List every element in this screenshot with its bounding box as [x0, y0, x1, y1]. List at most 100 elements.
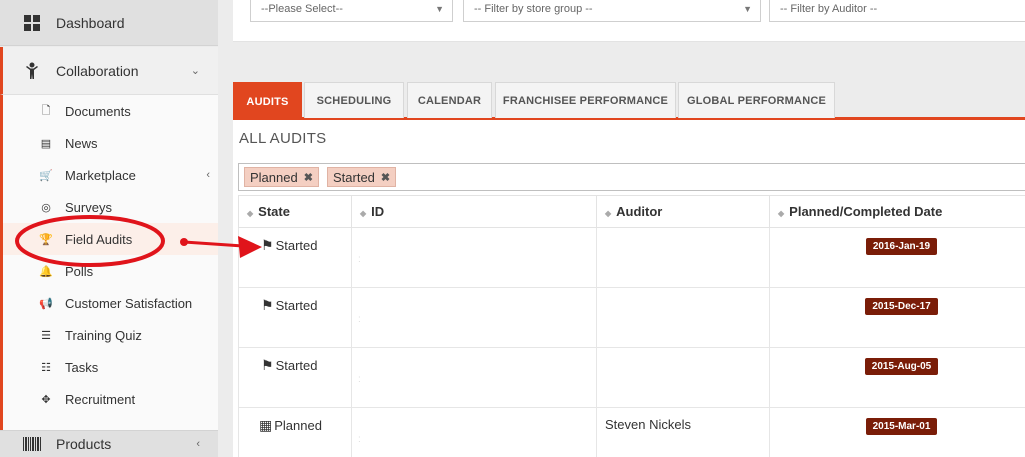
column-header-date[interactable]: ◆ Planned/Completed Date	[769, 195, 1025, 228]
table-row[interactable]: ▦ Planned : Steven Nickels 2015-Mar-01	[238, 407, 1025, 457]
date-cell: 2015-Aug-05	[769, 347, 1025, 408]
crosshair-icon: ✥	[41, 393, 51, 406]
sidebar-item-collaboration[interactable]: Collaboration ⌄	[0, 47, 218, 95]
sidebar: Dashboard Collaboration ⌄ 🗋 Documents ▤ Ne…	[0, 0, 218, 457]
sidebar-item-label: Products	[56, 436, 112, 452]
auditor-cell	[596, 287, 770, 348]
tab-calendar[interactable]: CALENDAR	[407, 82, 492, 118]
sidebar-item-news[interactable]: ▤ News	[3, 127, 218, 159]
sidebar-item-label: News	[65, 135, 98, 151]
blurred-id: :	[358, 254, 361, 265]
calendar-icon: ▦	[259, 417, 273, 433]
id-cell: :	[351, 227, 597, 288]
sidebar-item-label: Training Quiz	[65, 327, 142, 343]
sidebar-item-products[interactable]: Products ‹	[0, 430, 218, 457]
state-label: Started	[275, 298, 318, 313]
table-row[interactable]: ⚑ Started : 2015-Aug-05	[238, 347, 1025, 408]
caret-down-icon: ▼	[743, 4, 752, 14]
tab-bar: AUDITS SCHEDULING CALENDAR FRANCHISEE PE…	[233, 82, 1025, 120]
sort-icon: ◆	[247, 209, 254, 218]
remove-tag-icon[interactable]: ✖	[304, 171, 313, 184]
flag-icon: ⚑	[261, 237, 274, 253]
sidebar-submenu: 🗋 Documents ▤ News 🛒 Marketplace ‹ ◎ Surveys …	[0, 95, 218, 430]
state-label: Started	[275, 238, 318, 253]
state-label: Planned	[274, 418, 322, 433]
cart-icon: 🛒	[39, 169, 53, 182]
filter-select-please-select[interactable]: --Please Select-- ▼	[250, 0, 453, 22]
person-icon	[22, 62, 42, 80]
filter-bar: --Please Select-- ▼ -- Filter by store g…	[233, 0, 1025, 42]
date-badge: 2015-Dec-17	[865, 298, 938, 315]
sidebar-item-surveys[interactable]: ◎ Surveys	[3, 191, 218, 223]
date-cell: 2016-Jan-19	[769, 227, 1025, 288]
date-badge: 2015-Aug-05	[864, 358, 939, 375]
trophy-icon: 🏆	[39, 233, 53, 246]
flag-icon: ⚑	[261, 357, 274, 373]
sidebar-item-label: Documents	[65, 103, 131, 119]
sidebar-item-label: Collaboration	[56, 62, 139, 79]
select-placeholder: -- Filter by store group --	[474, 3, 593, 15]
tab-audits[interactable]: AUDITS	[233, 82, 302, 120]
sidebar-item-tasks[interactable]: ☷ Tasks	[3, 351, 218, 383]
sidebar-item-label: Recruitment	[65, 391, 136, 407]
megaphone-icon: 📢	[39, 297, 53, 310]
filter-tag-planned: Planned ✖	[244, 167, 319, 187]
state-cell: ⚑ Started	[238, 287, 352, 348]
sidebar-item-documents[interactable]: 🗋 Documents	[3, 95, 218, 127]
blurred-id: :	[358, 374, 361, 385]
sidebar-item-customer-satisfaction[interactable]: 📢 Customer Satisfaction	[3, 287, 218, 319]
chevron-left-icon: ‹	[196, 438, 200, 450]
filter-select-auditor[interactable]: -- Filter by Auditor --	[769, 0, 1025, 22]
date-cell: 2015-Dec-17	[769, 287, 1025, 348]
audits-table: ◆ State ◆ ID ◆ Auditor ◆ Planned/Completed D…	[238, 195, 1025, 457]
sidebar-item-training-quiz[interactable]: ☰ Training Quiz	[3, 319, 218, 351]
sidebar-item-marketplace[interactable]: 🛒 Marketplace ‹	[3, 159, 218, 191]
section-title: ALL AUDITS	[239, 130, 327, 147]
select-placeholder: -- Filter by Auditor --	[780, 3, 878, 15]
sidebar-item-polls[interactable]: 🔔 Polls	[3, 255, 218, 287]
column-label: State	[258, 204, 290, 219]
sidebar-item-dashboard[interactable]: Dashboard	[0, 0, 218, 46]
column-label: Planned/Completed Date	[789, 204, 943, 219]
tab-global-performance[interactable]: GLOBAL PERFORMANCE	[678, 82, 835, 118]
column-header-state[interactable]: ◆ State	[238, 195, 352, 228]
state-label: Started	[275, 358, 318, 373]
tab-scheduling[interactable]: SCHEDULING	[304, 82, 404, 118]
sidebar-item-field-audits[interactable]: 🏆 Field Audits	[3, 223, 218, 255]
bell-icon: 🔔	[39, 265, 53, 278]
filter-tag-started: Started ✖	[327, 167, 397, 187]
column-label: Auditor	[616, 204, 663, 219]
sort-icon: ◆	[605, 209, 612, 218]
filter-select-store-group[interactable]: -- Filter by store group -- ▼	[463, 0, 761, 22]
sidebar-item-label: Surveys	[65, 199, 112, 215]
main-content: --Please Select-- ▼ -- Filter by store g…	[218, 0, 1025, 457]
list-icon: ☰	[41, 329, 51, 342]
newspaper-icon: ▤	[40, 137, 52, 150]
dashboard-icon	[22, 14, 42, 31]
flag-icon: ⚑	[261, 297, 274, 313]
sidebar-item-recruitment[interactable]: ✥ Recruitment	[3, 383, 218, 415]
column-header-auditor[interactable]: ◆ Auditor	[596, 195, 770, 228]
remove-tag-icon[interactable]: ✖	[381, 171, 390, 184]
sort-icon: ◆	[778, 209, 785, 218]
barcode-icon	[22, 437, 42, 451]
document-icon: 🗋	[41, 104, 51, 117]
state-filter-input[interactable]: Planned ✖ Started ✖	[238, 163, 1025, 191]
column-header-id[interactable]: ◆ ID	[351, 195, 597, 228]
auditor-cell	[596, 347, 770, 408]
id-cell: :	[351, 347, 597, 408]
state-cell: ⚑ Started	[238, 347, 352, 408]
date-badge: 2015-Mar-01	[865, 418, 938, 435]
blurred-id: :	[358, 314, 361, 325]
tasks-icon: ☷	[41, 361, 51, 374]
sidebar-item-label: Polls	[65, 263, 94, 279]
auditor-cell: Steven Nickels	[596, 407, 770, 457]
table-row[interactable]: ⚑ Started : 2016-Jan-19	[238, 227, 1025, 288]
table-row[interactable]: ⚑ Started : 2015-Dec-17	[238, 287, 1025, 348]
date-cell: 2015-Mar-01	[769, 407, 1025, 457]
sidebar-item-label: Dashboard	[56, 14, 125, 31]
chevron-left-icon: ‹	[206, 169, 210, 181]
caret-down-icon: ▼	[435, 4, 444, 14]
tab-franchisee-performance[interactable]: FRANCHISEE PERFORMANCE	[495, 82, 676, 118]
sort-icon: ◆	[360, 209, 367, 218]
